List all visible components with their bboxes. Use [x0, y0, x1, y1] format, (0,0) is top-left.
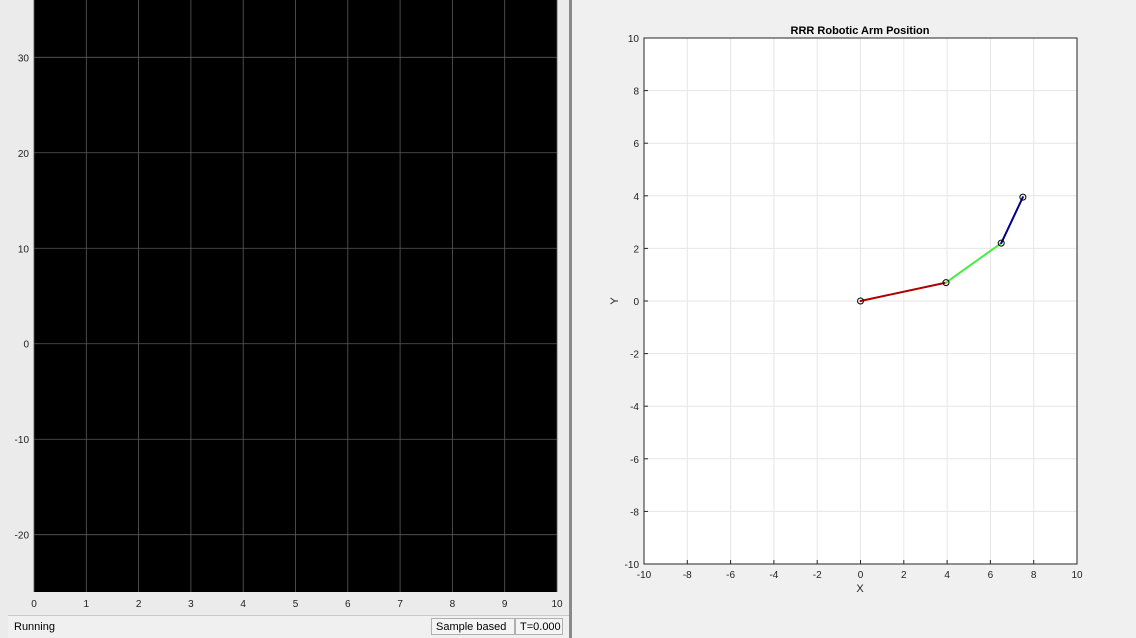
- status-text: Running: [14, 621, 55, 633]
- arm-x-tick-label: -10: [637, 570, 652, 581]
- arm-plot[interactable]: RRR Robotic Arm Position -10 -8 -6 -4 -2 0 2 4 6…: [572, 0, 1136, 638]
- y-axis-label: Y: [609, 297, 621, 305]
- arm-y-tick-label: 0: [633, 297, 639, 308]
- scope-y-tick-label: 20: [18, 149, 30, 160]
- figure-window: RRR Robotic Arm Position -10 -8 -6 -4 -2 0 2 4 6…: [572, 0, 1136, 638]
- scope-x-tick-label: 0: [31, 599, 37, 610]
- arm-y-tick-label: -2: [630, 350, 639, 361]
- scope-y-tick-label: -10: [15, 435, 30, 446]
- arm-x-tick-label: 8: [1031, 570, 1037, 581]
- arm-y-tick-label: 8: [633, 87, 639, 98]
- status-bar: Running Sample based T=0.000: [8, 615, 569, 638]
- arm-y-tick-label: 10: [628, 34, 640, 45]
- scope-x-tick-label: 9: [502, 599, 508, 610]
- time-readout: T=0.000: [515, 618, 563, 635]
- arm-y-tick-label: 2: [633, 244, 639, 255]
- scope-x-tick-label: 4: [240, 599, 246, 610]
- arm-x-tick-label: -4: [769, 570, 778, 581]
- scope-plot[interactable]: 0 1 2 3 4 5 6 7 8 9 10 30 20 10 0 -10 -20: [0, 0, 569, 615]
- sample-mode-indicator: Sample based: [431, 618, 515, 635]
- arm-y-tick-label: 4: [633, 192, 639, 203]
- arm-y-tick-label: -8: [630, 507, 639, 518]
- scope-y-tick-label: 0: [23, 340, 29, 351]
- arm-y-tick-label: 6: [633, 139, 639, 150]
- arm-x-tick-label: 6: [988, 570, 994, 581]
- scope-y-tick-label: 10: [18, 244, 30, 255]
- scope-window: 0 1 2 3 4 5 6 7 8 9 10 30 20 10 0 -10 -20 Running Sample…: [0, 0, 569, 638]
- chart-title: RRR Robotic Arm Position: [791, 25, 930, 37]
- arm-x-tick-label: -6: [726, 570, 735, 581]
- scope-x-tick-label: 7: [397, 599, 403, 610]
- scope-x-tick-label: 1: [84, 599, 90, 610]
- scope-y-tick-label: -20: [15, 531, 30, 542]
- scope-x-tick-label: 2: [136, 599, 142, 610]
- arm-x-tick-label: 2: [901, 570, 907, 581]
- arm-x-tick-label: -2: [813, 570, 822, 581]
- scope-y-tick-label: 30: [18, 53, 30, 64]
- arm-y-tick-label: -10: [625, 560, 640, 571]
- arm-x-tick-label: 0: [858, 570, 864, 581]
- arm-x-tick-label: -8: [683, 570, 692, 581]
- arm-y-tick-label: -6: [630, 455, 639, 466]
- scope-x-tick-label: 6: [345, 599, 351, 610]
- scope-x-tick-label: 8: [450, 599, 456, 610]
- arm-y-tick-label: -4: [630, 402, 639, 413]
- arm-x-tick-label: 10: [1071, 570, 1083, 581]
- scope-x-tick-label: 10: [551, 599, 563, 610]
- scope-x-tick-label: 5: [293, 599, 299, 610]
- arm-x-tick-label: 4: [944, 570, 950, 581]
- scope-x-tick-label: 3: [188, 599, 194, 610]
- x-axis-label: X: [856, 583, 864, 595]
